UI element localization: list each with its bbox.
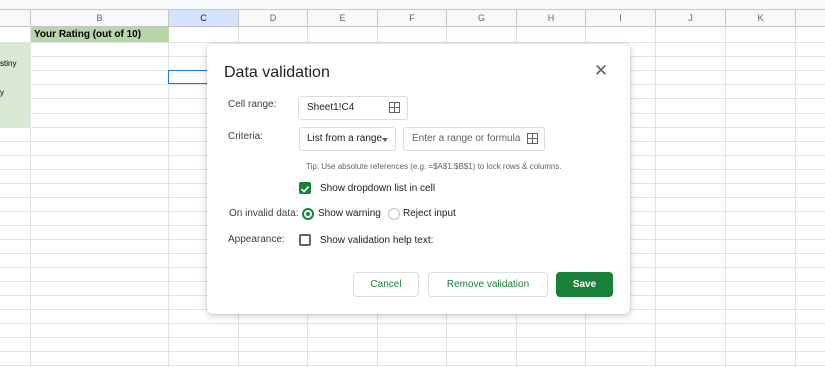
absolute-reference-tip: Tip: Use absolute references (e.g. =$A$1… [306,162,562,171]
data-validation-dialog: Data validation ✕ Cell range: Sheet1!C4 … [207,44,630,314]
show-warning-radio[interactable] [302,208,314,220]
save-button[interactable]: Save [556,272,613,297]
cell-range-value: Sheet1!C4 [307,102,355,113]
select-range-icon[interactable] [527,133,538,144]
dialog-title: Data validation [224,64,330,81]
show-dropdown-label[interactable]: Show dropdown list in cell [320,183,435,194]
appearance-label: Appearance: [228,234,285,245]
criteria-label: Criteria: [228,131,264,142]
reject-input-radio[interactable] [388,208,400,220]
chevron-down-icon [382,138,388,142]
reject-input-label[interactable]: Reject input [403,208,456,219]
close-icon[interactable]: ✕ [592,62,610,80]
column-header-j[interactable]: J [656,10,726,27]
remove-validation-button[interactable]: Remove validation [428,272,548,297]
column-header-g[interactable]: G [447,10,517,27]
range-formula-placeholder: Enter a range or formula [412,133,521,144]
select-range-icon[interactable] [389,102,400,113]
column-a-fill [0,42,30,128]
cell-a3-fragment[interactable]: stiny [0,59,16,68]
column-header-h[interactable]: H [517,10,586,27]
cancel-button[interactable]: Cancel [353,272,419,297]
range-formula-input[interactable]: Enter a range or formula [403,127,545,151]
check-icon [300,186,310,193]
column-header-i[interactable]: I [586,10,656,27]
criteria-type-value: List from a range [307,133,383,144]
column-header-d[interactable]: D [239,10,308,27]
column-header-f[interactable]: F [378,10,447,27]
column-header-b[interactable]: B [31,10,169,27]
column-header-l[interactable] [796,10,825,27]
rating-header-cell[interactable]: Your Rating (out of 10) [31,27,169,42]
cell-a5-fragment[interactable]: y [0,88,4,97]
column-header-c[interactable]: C [169,10,239,27]
help-text-checkbox[interactable] [299,234,311,246]
show-dropdown-checkbox[interactable] [299,182,311,194]
column-header-a[interactable] [0,10,31,27]
toolbar-strip [0,0,825,10]
help-text-label[interactable]: Show validation help text: [320,235,433,246]
active-cell-c4[interactable] [168,70,208,84]
show-warning-label[interactable]: Show warning [318,208,381,219]
column-header-k[interactable]: K [726,10,796,27]
criteria-type-dropdown[interactable]: List from a range [299,127,396,151]
invalid-data-label: On invalid data: [229,208,299,219]
cell-range-field[interactable]: Sheet1!C4 [298,96,408,120]
cell-range-label: Cell range: [228,99,277,110]
column-header-e[interactable]: E [308,10,378,27]
